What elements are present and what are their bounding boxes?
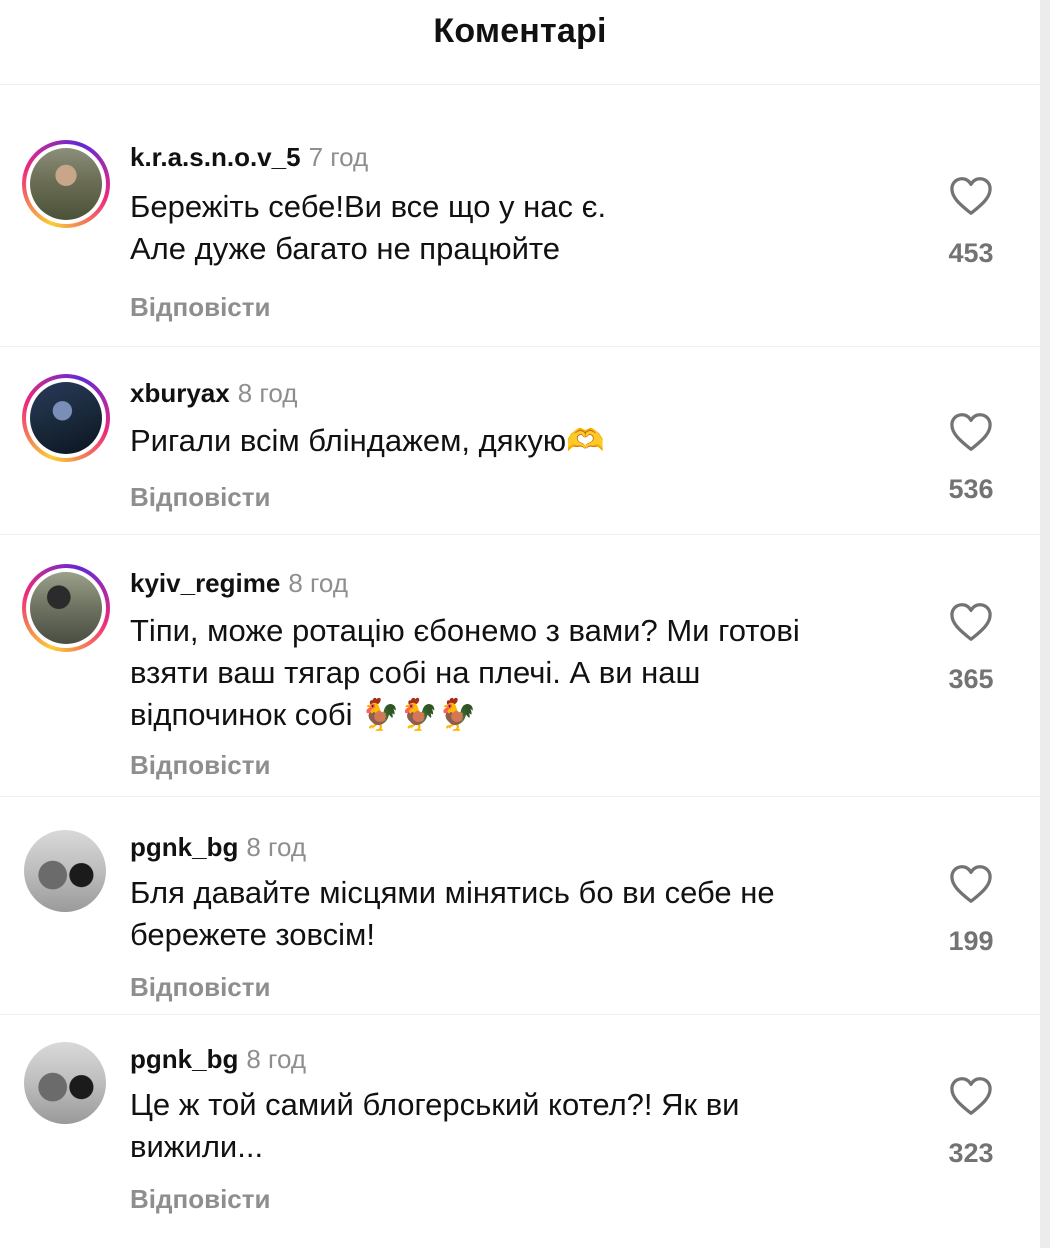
- like-control: 365: [935, 602, 1007, 695]
- reply-button[interactable]: Відповісти: [130, 292, 270, 323]
- comment-text: Бережіть себе!Ви все що у нас є. Але дуж…: [130, 189, 607, 266]
- avatar[interactable]: [24, 1042, 106, 1124]
- comment-meta: xburyax 8 год: [130, 378, 297, 409]
- heart-icon[interactable]: [949, 176, 993, 216]
- avatar-frame[interactable]: [22, 828, 110, 916]
- comment-text: Це ж той самий блогерський котел?! Як ви…: [130, 1087, 740, 1164]
- reply-button[interactable]: Відповісти: [130, 972, 270, 1003]
- like-count: 323: [948, 1138, 994, 1168]
- avatar-frame[interactable]: [22, 1040, 110, 1128]
- username[interactable]: pgnk_bg: [130, 1044, 238, 1074]
- comments-screen: Коментарі k.r.a.s.n.o.v_5 7 год Бережіть …: [0, 0, 1040, 1248]
- avatar-story-ring[interactable]: [22, 374, 110, 462]
- page-title: Коментарі: [433, 12, 607, 50]
- like-control: 323: [935, 1076, 1007, 1169]
- like-count: 453: [948, 238, 994, 268]
- reply-button[interactable]: Відповісти: [130, 1184, 270, 1215]
- comment-meta: pgnk_bg 8 год: [130, 1044, 306, 1075]
- heart-icon[interactable]: [949, 602, 993, 642]
- like-count: 536: [948, 474, 994, 504]
- reply-button[interactable]: Відповісти: [130, 750, 270, 781]
- avatar[interactable]: [24, 830, 106, 912]
- comment-meta: pgnk_bg 8 год: [130, 832, 306, 863]
- like-control: 453: [935, 176, 1007, 269]
- comment-text: Тіпи, може ротацію єбонемо з вами? Ми го…: [130, 613, 800, 732]
- avatar-story-ring[interactable]: [22, 140, 110, 228]
- divider: [0, 534, 1040, 535]
- avatar-story-ring[interactable]: [22, 564, 110, 652]
- like-count: 365: [948, 664, 994, 694]
- comment-time: 8 год: [246, 832, 306, 862]
- username[interactable]: kyiv_regime: [130, 568, 280, 598]
- heart-icon[interactable]: [949, 1076, 993, 1116]
- comment-meta: kyiv_regime 8 год: [130, 568, 348, 599]
- like-control: 536: [935, 412, 1007, 505]
- username[interactable]: xburyax: [130, 378, 230, 408]
- reply-button[interactable]: Відповісти: [130, 482, 270, 513]
- comment-time: 8 год: [246, 1044, 306, 1074]
- username[interactable]: pgnk_bg: [130, 832, 238, 862]
- comment-time: 7 год: [308, 142, 369, 172]
- like-control: 199: [935, 864, 1007, 957]
- like-count: 199: [948, 926, 994, 956]
- comment-text: Бля давайте місцями мінятись бо ви себе …: [130, 875, 775, 952]
- comment-time: 8 год: [237, 378, 298, 408]
- heart-icon[interactable]: [949, 412, 993, 452]
- avatar[interactable]: [30, 382, 102, 454]
- comments-header: Коментарі: [0, 0, 1040, 85]
- username[interactable]: k.r.a.s.n.o.v_5: [130, 142, 301, 172]
- avatar[interactable]: [30, 148, 102, 220]
- divider: [0, 346, 1040, 347]
- comment-text: Ригали всім бліндажем, дякую🫶: [130, 423, 605, 458]
- avatar[interactable]: [30, 572, 102, 644]
- heart-icon[interactable]: [949, 864, 993, 904]
- comment-meta: k.r.a.s.n.o.v_5 7 год: [130, 142, 368, 173]
- comment-time: 8 год: [288, 568, 348, 598]
- divider: [0, 796, 1040, 797]
- divider: [0, 1014, 1040, 1015]
